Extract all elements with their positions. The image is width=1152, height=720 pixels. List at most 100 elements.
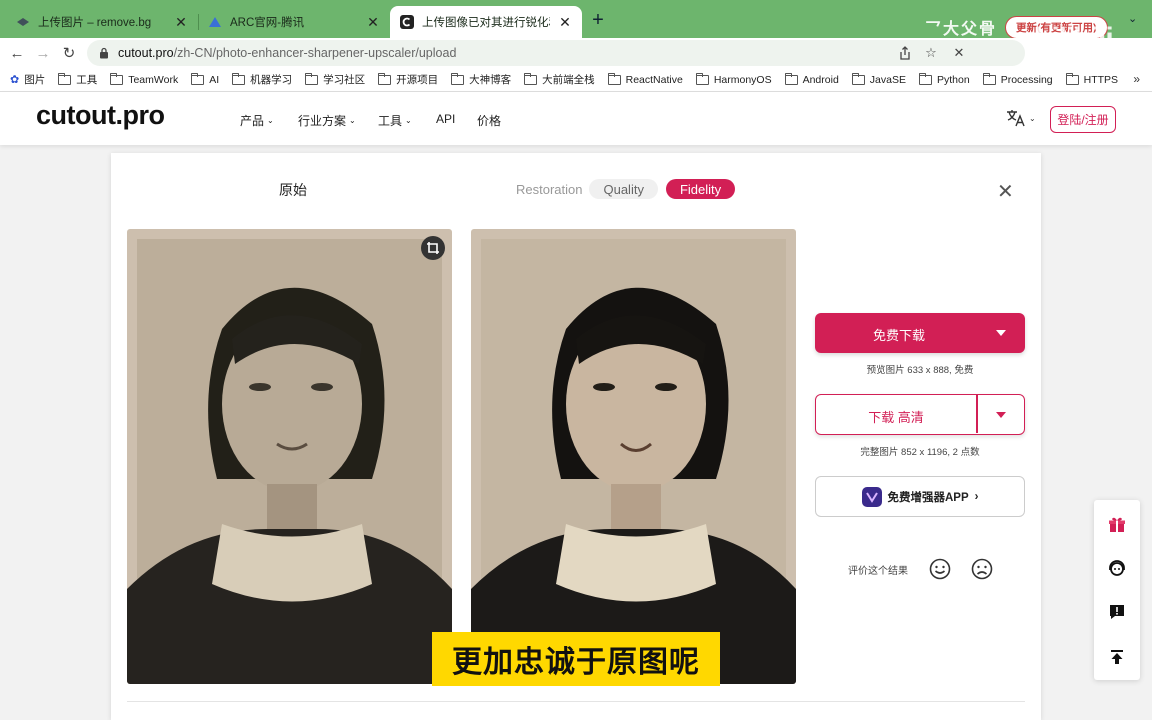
removebg-favicon-icon: [16, 15, 30, 29]
video-subtitle: 更加忠诚于原图呢: [432, 632, 720, 686]
nav-tools[interactable]: 工具 ⌄: [378, 112, 412, 129]
sad-face-icon[interactable]: [971, 558, 993, 580]
tab-removebg[interactable]: 上传图片 – remove.bg ✕: [6, 6, 198, 38]
bookmark-folder[interactable]: Processing: [982, 72, 1053, 86]
tab-cutout[interactable]: 上传图像已对其进行锐化和放大 ✕: [390, 6, 582, 38]
preview-info-text: 预览图片 633 x 888, 免费: [866, 365, 974, 376]
translate-icon: [1007, 110, 1025, 127]
tab-title: 上传图像已对其进行锐化和放大: [422, 17, 550, 29]
tab-search-chevron-icon[interactable]: ⌄: [1128, 12, 1137, 25]
bookmark-folder[interactable]: Android: [784, 72, 839, 86]
folder-icon: [918, 72, 932, 85]
chevron-down-icon: ⌄: [405, 116, 412, 125]
folder-icon: [851, 72, 865, 85]
nav-solutions[interactable]: 行业方案 ⌄: [298, 112, 356, 129]
folder-icon: [232, 72, 246, 85]
bookmark-folder[interactable]: 大神博客: [451, 72, 511, 87]
login-register-button[interactable]: 登陆/注册: [1050, 106, 1116, 133]
app-logo-icon: [861, 486, 882, 507]
baidu-paw-icon: ✿: [10, 74, 20, 86]
browser-tab-strip: 上传图片 – remove.bg ✕ ARC官网-腾讯 ✕ 上传图像已对其进行锐…: [0, 0, 1152, 55]
nav-pricing[interactable]: 价格: [477, 112, 501, 129]
caret-down-icon[interactable]: [996, 412, 1006, 418]
bookmark-star-icon[interactable]: ☆: [922, 44, 940, 62]
folder-icon: [378, 72, 392, 85]
bookmark-folder[interactable]: ReactNative: [607, 72, 683, 86]
gift-icon[interactable]: [1107, 515, 1127, 535]
card-divider: [127, 701, 1025, 702]
bookmark-folder[interactable]: 机器学习: [232, 72, 292, 87]
nav-api[interactable]: API: [436, 112, 455, 126]
chevron-down-icon: ⌄: [349, 116, 356, 125]
folder-icon: [982, 72, 996, 85]
bookmark-folder[interactable]: JavaSE: [851, 72, 906, 86]
caret-down-icon[interactable]: [996, 330, 1006, 336]
extension-x-icon[interactable]: ✕: [950, 44, 968, 62]
rating-row: 评价这个结果: [848, 558, 1013, 580]
close-icon[interactable]: ✕: [997, 179, 1014, 204]
enhanced-photo: [471, 229, 796, 684]
folder-icon: [110, 72, 124, 85]
mode-quality[interactable]: Quality: [589, 179, 658, 199]
mode-restoration[interactable]: Restoration: [511, 179, 587, 199]
tab-close-icon[interactable]: ✕: [174, 14, 188, 31]
free-app-button[interactable]: 免费增强器APP ›: [815, 476, 1025, 517]
url-path: /zh-CN/photo-enhancer-sharpener-upscaler…: [173, 46, 457, 60]
hd-download-button[interactable]: 下载 高清: [815, 394, 1025, 435]
arc-favicon-icon: [208, 15, 222, 29]
free-download-button[interactable]: 免费下载: [815, 313, 1025, 353]
url-host: cutout.pro: [118, 46, 174, 60]
happy-face-icon[interactable]: [929, 558, 951, 580]
overlay-watermark-text: 乛大父骨: [925, 21, 998, 38]
support-agent-icon[interactable]: [1107, 559, 1127, 579]
app-button-label: 免费增强器APP: [887, 491, 969, 504]
chevron-down-icon: ⌄: [267, 116, 274, 125]
bookmark-folder[interactable]: Python: [918, 72, 970, 86]
floating-side-toolbar: [1094, 500, 1140, 680]
folder-icon: [305, 72, 319, 85]
new-tab-icon[interactable]: +: [588, 9, 608, 32]
folder-icon: [695, 72, 709, 85]
lock-icon: [100, 47, 108, 59]
cutout-favicon-icon: [400, 15, 414, 29]
share-icon[interactable]: [896, 44, 914, 62]
tab-close-icon[interactable]: ✕: [366, 14, 380, 31]
tab-close-icon[interactable]: ✕: [558, 14, 572, 31]
chevron-right-icon: ›: [974, 490, 979, 503]
original-label: 原始: [279, 182, 307, 198]
bookmark-folder[interactable]: AI: [191, 72, 219, 86]
original-photo: [127, 229, 452, 684]
free-download-label: 免费下载: [872, 328, 925, 343]
bookmark-item[interactable]: ✿ 图片: [10, 72, 45, 87]
folder-icon: [451, 72, 465, 85]
bookmarks-overflow-icon[interactable]: »: [1133, 72, 1140, 86]
tab-arc[interactable]: ARC官网-腾讯 ✕: [198, 6, 390, 38]
back-arrow-icon[interactable]: ←: [6, 42, 28, 64]
bookmark-folder[interactable]: 工具: [58, 72, 97, 87]
bookmark-folder[interactable]: 大前端全栈: [524, 72, 595, 87]
full-image-info-text: 完整图片 852 x 1196, 2 点数: [860, 447, 980, 458]
site-logo[interactable]: cutout.pro: [36, 100, 165, 131]
bookmarks-bar: ✿ 图片 工具 TeamWork AI 机器学习 学习社区 开源项目 大神博客 大…: [0, 68, 1152, 92]
mode-fidelity[interactable]: Fidelity: [665, 179, 736, 199]
button-divider: [976, 395, 978, 433]
mode-switcher: Restoration Quality Fidelity: [511, 179, 736, 199]
forward-arrow-icon[interactable]: →: [32, 42, 54, 64]
folder-icon: [1065, 72, 1079, 85]
folder-icon: [607, 72, 621, 85]
hd-download-label: 下载 高清: [868, 410, 924, 425]
reload-icon[interactable]: ↻: [58, 42, 80, 64]
bookmark-folder[interactable]: HTTPS: [1065, 72, 1118, 86]
tab-title: ARC官网-腾讯: [230, 17, 305, 29]
crop-icon[interactable]: [421, 236, 445, 260]
nav-products[interactable]: 产品 ⌄: [240, 112, 274, 129]
bookmark-folder[interactable]: HarmonyOS: [695, 72, 772, 86]
address-bar[interactable]: cutout.pro/zh-CN/photo-enhancer-sharpene…: [87, 40, 1025, 66]
bookmark-folder[interactable]: 开源项目: [378, 72, 438, 87]
language-switcher[interactable]: ⌄: [1006, 109, 1036, 127]
folder-icon: [191, 72, 205, 85]
back-to-top-icon[interactable]: [1107, 647, 1127, 667]
bookmark-folder[interactable]: 学习社区: [305, 72, 365, 87]
bookmark-folder[interactable]: TeamWork: [110, 72, 178, 86]
feedback-icon[interactable]: [1107, 602, 1127, 622]
